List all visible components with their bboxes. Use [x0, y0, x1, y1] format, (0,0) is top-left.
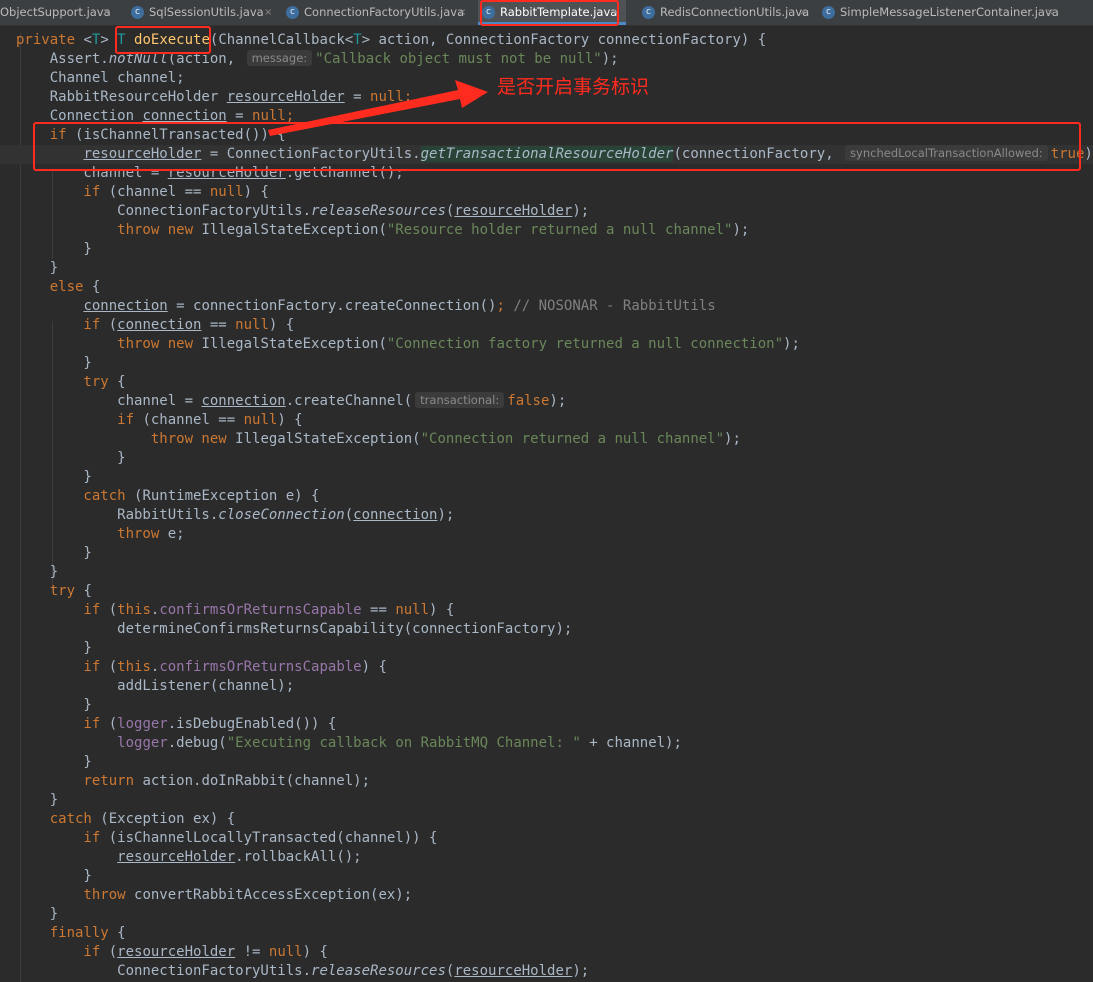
annotation-arrow — [268, 80, 488, 136]
annotation-text: 是否开启事务标识 — [497, 76, 650, 98]
